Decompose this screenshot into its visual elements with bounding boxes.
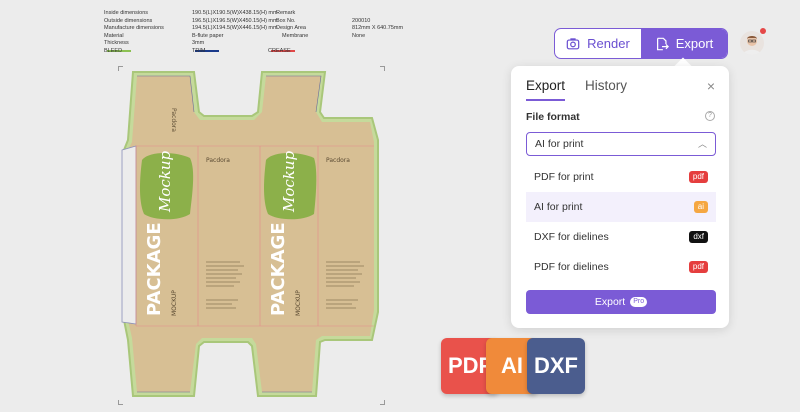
export-label: Export — [675, 36, 714, 51]
export-button[interactable]: Export — [641, 29, 727, 58]
pro-badge: Pro — [630, 297, 648, 307]
mockup-subtitle-right: MOCKUP — [295, 290, 302, 316]
format-option[interactable]: PDF for dielines pdf — [526, 252, 716, 282]
format-options-list: PDF for print pdf AI for print ai DXF fo… — [526, 162, 716, 282]
tab-export[interactable]: Export — [526, 78, 566, 101]
dxf-badge: dxf — [689, 231, 708, 243]
render-export-toggle: Render Export — [554, 28, 728, 59]
mockup-subtitle-left: MOCKUP — [171, 290, 178, 316]
script-mockup-left: Mockup — [156, 150, 174, 213]
export-panel: Export History × File format ? AI for pr… — [511, 66, 729, 328]
format-option[interactable]: AI for print ai — [526, 192, 716, 222]
product-title-right: PACKAGE — [268, 222, 289, 316]
pdf-badge: pdf — [688, 171, 708, 183]
brand-right: Pacdora — [326, 157, 350, 164]
file-format-label: File format — [526, 111, 580, 123]
brand-topflap: Pacdora — [170, 108, 177, 132]
render-label: Render — [587, 36, 630, 51]
export-submit-button[interactable]: Export Pro — [526, 290, 716, 314]
camera-icon — [566, 37, 580, 49]
selected-format: AI for print — [535, 138, 584, 150]
dxf-file-icon: DXF — [527, 338, 585, 394]
pdf-badge: pdf — [688, 261, 708, 273]
export-file-icon — [656, 37, 669, 50]
info-icon[interactable]: ? — [705, 111, 715, 121]
product-title-left: PACKAGE — [144, 222, 165, 316]
format-option[interactable]: DXF for dielines dxf — [526, 222, 716, 252]
ai-badge: ai — [693, 201, 708, 213]
glue-flap — [121, 145, 137, 325]
file-format-select[interactable]: AI for print ︿ — [526, 132, 716, 156]
tab-history[interactable]: History — [585, 78, 627, 101]
panel-tabs: Export History — [526, 78, 627, 101]
brand-left: Pacdora — [206, 157, 230, 164]
format-option[interactable]: PDF for print pdf — [526, 162, 716, 192]
script-mockup-right: Mockup — [280, 150, 298, 213]
render-button[interactable]: Render — [555, 29, 641, 58]
close-icon[interactable]: × — [707, 78, 715, 94]
user-avatar[interactable] — [740, 31, 764, 55]
avatar-face-icon — [743, 36, 761, 55]
chevron-up-icon: ︿ — [697, 139, 707, 149]
notification-dot — [760, 28, 766, 34]
